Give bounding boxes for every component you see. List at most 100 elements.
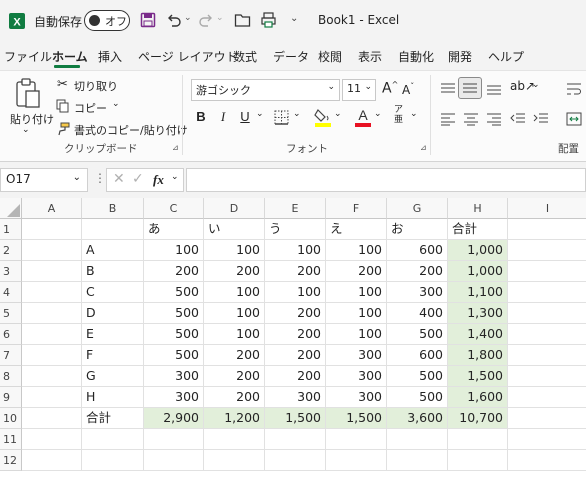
tab-developer[interactable]: 開発: [448, 48, 472, 65]
cell-c6[interactable]: 500: [144, 324, 204, 345]
cell-i4[interactable]: [508, 282, 586, 303]
column-header-b[interactable]: B: [82, 198, 144, 219]
cell-g2[interactable]: 600: [387, 240, 448, 261]
tab-data[interactable]: データ: [273, 48, 309, 65]
cell-a5[interactable]: [22, 303, 82, 324]
cell-h6[interactable]: 1,400: [448, 324, 508, 345]
cell-i2[interactable]: [508, 240, 586, 261]
cell-g3[interactable]: 200: [387, 261, 448, 282]
cell-b6[interactable]: E: [82, 324, 144, 345]
copy-icon[interactable]: [56, 98, 70, 117]
cell-h10[interactable]: 10,700: [448, 408, 508, 429]
cell-g12[interactable]: [387, 450, 448, 471]
cell-d12[interactable]: [204, 450, 265, 471]
phonetic-dropdown-icon[interactable]: ⌄: [410, 109, 418, 119]
orientation-dropdown-icon[interactable]: ⌄: [532, 80, 540, 90]
cell-h9[interactable]: 1,600: [448, 387, 508, 408]
wrap-text-icon[interactable]: [566, 81, 582, 100]
column-header-g[interactable]: G: [387, 198, 448, 219]
cell-b4[interactable]: C: [82, 282, 144, 303]
cell-d4[interactable]: 100: [204, 282, 265, 303]
cell-d5[interactable]: 100: [204, 303, 265, 324]
cell-i6[interactable]: [508, 324, 586, 345]
clipboard-launcher-icon[interactable]: ⊿: [172, 143, 179, 152]
save-icon[interactable]: [140, 12, 156, 32]
cell-h7[interactable]: 1,800: [448, 345, 508, 366]
cell-f6[interactable]: 100: [326, 324, 387, 345]
paste-icon[interactable]: [14, 77, 42, 113]
cut-icon[interactable]: ✂: [57, 77, 68, 92]
cell-g10[interactable]: 3,600: [387, 408, 448, 429]
fx-dropdown-icon[interactable]: ⌄: [171, 172, 179, 182]
undo-dropdown-icon[interactable]: ⌄: [184, 13, 192, 23]
column-header-a[interactable]: A: [22, 198, 82, 219]
cell-i10[interactable]: [508, 408, 586, 429]
cell-g9[interactable]: 500: [387, 387, 448, 408]
underline-button[interactable]: U: [236, 109, 254, 124]
cell-c2[interactable]: 100: [144, 240, 204, 261]
cell-a12[interactable]: [22, 450, 82, 471]
cell-f1[interactable]: え: [326, 219, 387, 240]
cell-i8[interactable]: [508, 366, 586, 387]
italic-button[interactable]: I: [214, 109, 232, 125]
cell-f11[interactable]: [326, 429, 387, 450]
row-header-4[interactable]: 4: [0, 282, 22, 303]
cell-h1[interactable]: 合計: [448, 219, 508, 240]
customize-qat-icon[interactable]: ⌄: [290, 13, 298, 24]
cell-e6[interactable]: 200: [265, 324, 326, 345]
redo-icon[interactable]: [198, 12, 214, 32]
tab-formulas[interactable]: 数式: [233, 48, 257, 65]
cell-i5[interactable]: [508, 303, 586, 324]
cell-c9[interactable]: 300: [144, 387, 204, 408]
align-top-icon[interactable]: [440, 81, 456, 100]
font-name-select[interactable]: 游ゴシック ⌄: [191, 79, 340, 101]
cell-b8[interactable]: G: [82, 366, 144, 387]
cell-b2[interactable]: A: [82, 240, 144, 261]
cell-f5[interactable]: 100: [326, 303, 387, 324]
cell-h4[interactable]: 1,100: [448, 282, 508, 303]
row-header-3[interactable]: 3: [0, 261, 22, 282]
cell-a6[interactable]: [22, 324, 82, 345]
cell-c4[interactable]: 500: [144, 282, 204, 303]
format-painter-icon[interactable]: [56, 121, 70, 140]
tab-review[interactable]: 校閲: [318, 48, 342, 65]
cell-i7[interactable]: [508, 345, 586, 366]
column-header-i[interactable]: I: [508, 198, 586, 219]
row-header-5[interactable]: 5: [0, 303, 22, 324]
cell-a3[interactable]: [22, 261, 82, 282]
formula-bar-grip-icon[interactable]: ⋮: [94, 171, 106, 185]
cell-i1[interactable]: [508, 219, 586, 240]
cell-b1[interactable]: [82, 219, 144, 240]
cell-a9[interactable]: [22, 387, 82, 408]
row-header-1[interactable]: 1: [0, 219, 22, 240]
cell-a11[interactable]: [22, 429, 82, 450]
cell-d10[interactable]: 1,200: [204, 408, 265, 429]
merge-center-icon[interactable]: [566, 111, 582, 130]
insert-function-icon[interactable]: fx: [153, 172, 164, 188]
cell-f10[interactable]: 1,500: [326, 408, 387, 429]
row-header-6[interactable]: 6: [0, 324, 22, 345]
bold-button[interactable]: B: [192, 109, 210, 124]
align-left-icon[interactable]: [440, 111, 456, 130]
name-box[interactable]: O17 ⌄: [0, 168, 88, 192]
cell-f8[interactable]: 300: [326, 366, 387, 387]
cell-g7[interactable]: 600: [387, 345, 448, 366]
cell-d11[interactable]: [204, 429, 265, 450]
cell-a7[interactable]: [22, 345, 82, 366]
row-header-7[interactable]: 7: [0, 345, 22, 366]
row-header-11[interactable]: 11: [0, 429, 22, 450]
cell-h8[interactable]: 1,500: [448, 366, 508, 387]
cell-e8[interactable]: 200: [265, 366, 326, 387]
cell-h3[interactable]: 1,000: [448, 261, 508, 282]
underline-dropdown-icon[interactable]: ⌄: [256, 109, 264, 119]
borders-dropdown-icon[interactable]: ⌄: [293, 109, 301, 119]
cell-e12[interactable]: [265, 450, 326, 471]
cell-d6[interactable]: 100: [204, 324, 265, 345]
fill-color-icon[interactable]: [314, 107, 332, 131]
shrink-font-icon[interactable]: Aˇ: [402, 82, 414, 97]
borders-icon[interactable]: [274, 110, 289, 129]
cell-d2[interactable]: 100: [204, 240, 265, 261]
cell-a1[interactable]: [22, 219, 82, 240]
cell-h2[interactable]: 1,000: [448, 240, 508, 261]
cell-f3[interactable]: 200: [326, 261, 387, 282]
